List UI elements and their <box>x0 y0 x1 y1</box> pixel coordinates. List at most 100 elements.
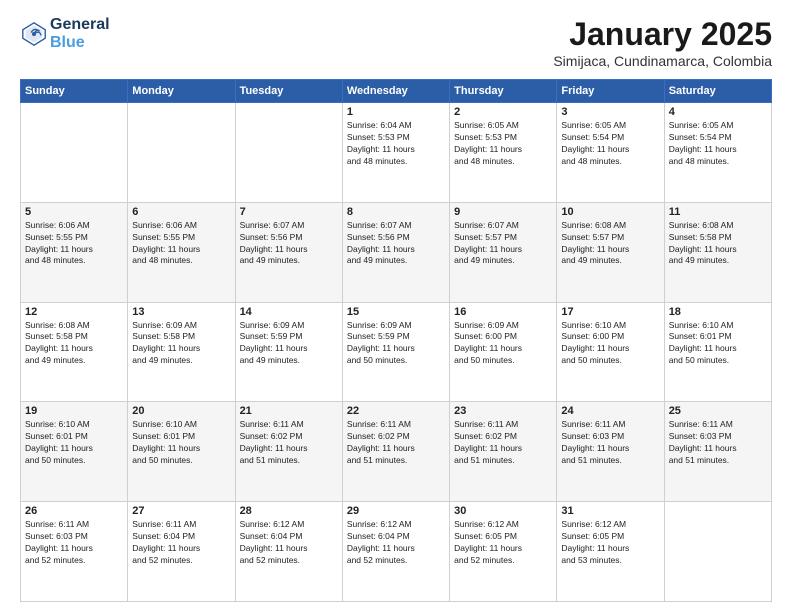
day-number: 9 <box>454 206 552 218</box>
day-number: 7 <box>240 206 338 218</box>
weekday-header-wednesday: Wednesday <box>342 80 449 103</box>
day-info: Sunrise: 6:07 AMSunset: 5:56 PMDaylight:… <box>240 220 338 268</box>
week-row-3: 12 Sunrise: 6:08 AMSunset: 5:58 PMDayligh… <box>21 302 772 402</box>
calendar-cell: 10Sunrise: 6:08 AMSunset: 5:57 PMDayligh… <box>557 202 664 302</box>
day-number: 21 <box>240 405 338 417</box>
day-info: Sunrise: 6:12 AMSunset: 6:05 PMDaylight:… <box>454 519 552 567</box>
day-info: Sunrise: 6:06 AMSunset: 5:55 PMDaylight:… <box>25 220 123 268</box>
logo-icon <box>20 20 48 48</box>
week-row-2: 5 Sunrise: 6:06 AMSunset: 5:55 PMDaylight… <box>21 202 772 302</box>
calendar-cell: 11Sunrise: 6:08 AMSunset: 5:58 PMDayligh… <box>664 202 771 302</box>
calendar-cell: 4 Sunrise: 6:05 AMSunset: 5:54 PMDaylight… <box>664 103 771 203</box>
calendar-cell: 16 Sunrise: 6:09 AMSunset: 6:00 PMDayligh… <box>450 302 557 402</box>
calendar-cell: 13 Sunrise: 6:09 AMSunset: 5:58 PMDayligh… <box>128 302 235 402</box>
day-info: Sunrise: 6:12 AMSunset: 6:04 PMDaylight:… <box>347 519 445 567</box>
day-number: 18 <box>669 306 767 318</box>
day-number: 30 <box>454 505 552 517</box>
logo: General Blue <box>20 16 110 51</box>
calendar-cell: 25 Sunrise: 6:11 AMSunset: 6:03 PMDayligh… <box>664 402 771 502</box>
day-number: 6 <box>132 206 230 218</box>
calendar-cell: 14 Sunrise: 6:09 AMSunset: 5:59 PMDayligh… <box>235 302 342 402</box>
calendar-cell: 21Sunrise: 6:11 AMSunset: 6:02 PMDayligh… <box>235 402 342 502</box>
day-number: 14 <box>240 306 338 318</box>
calendar-cell: 28Sunrise: 6:12 AMSunset: 6:04 PMDayligh… <box>235 502 342 602</box>
day-info: Sunrise: 6:05 AMSunset: 5:54 PMDaylight:… <box>669 120 767 168</box>
day-number: 20 <box>132 405 230 417</box>
calendar-table: SundayMondayTuesdayWednesdayThursdayFrid… <box>20 79 772 602</box>
day-number: 31 <box>561 505 659 517</box>
weekday-header-tuesday: Tuesday <box>235 80 342 103</box>
calendar-cell <box>235 103 342 203</box>
day-info: Sunrise: 6:04 AMSunset: 5:53 PMDaylight:… <box>347 120 445 168</box>
day-number: 16 <box>454 306 552 318</box>
calendar-cell: 23 Sunrise: 6:11 AMSunset: 6:02 PMDayligh… <box>450 402 557 502</box>
week-row-5: 26 Sunrise: 6:11 AMSunset: 6:03 PMDayligh… <box>21 502 772 602</box>
day-info: Sunrise: 6:11 AMSunset: 6:03 PMDaylight:… <box>561 419 659 467</box>
day-number: 26 <box>25 505 123 517</box>
day-info: Sunrise: 6:09 AMSunset: 5:58 PMDaylight:… <box>132 320 230 368</box>
calendar-cell: 3Sunrise: 6:05 AMSunset: 5:54 PMDaylight… <box>557 103 664 203</box>
day-number: 12 <box>25 306 123 318</box>
calendar-cell: 20Sunrise: 6:10 AMSunset: 6:01 PMDayligh… <box>128 402 235 502</box>
calendar-cell: 7 Sunrise: 6:07 AMSunset: 5:56 PMDaylight… <box>235 202 342 302</box>
day-info: Sunrise: 6:10 AMSunset: 6:00 PMDaylight:… <box>561 320 659 368</box>
day-info: Sunrise: 6:09 AMSunset: 6:00 PMDaylight:… <box>454 320 552 368</box>
calendar-cell: 2 Sunrise: 6:05 AMSunset: 5:53 PMDaylight… <box>450 103 557 203</box>
calendar-cell: 26 Sunrise: 6:11 AMSunset: 6:03 PMDayligh… <box>21 502 128 602</box>
calendar-cell <box>128 103 235 203</box>
location-title: Simijaca, Cundinamarca, Colombia <box>553 53 772 69</box>
day-number: 2 <box>454 106 552 118</box>
day-info: Sunrise: 6:08 AMSunset: 5:58 PMDaylight:… <box>25 320 123 368</box>
day-info: Sunrise: 6:09 AMSunset: 5:59 PMDaylight:… <box>240 320 338 368</box>
calendar-cell: 6 Sunrise: 6:06 AMSunset: 5:55 PMDaylight… <box>128 202 235 302</box>
week-row-1: 1 Sunrise: 6:04 AMSunset: 5:53 PMDaylight… <box>21 103 772 203</box>
weekday-header-monday: Monday <box>128 80 235 103</box>
day-number: 19 <box>25 405 123 417</box>
day-info: Sunrise: 6:11 AMSunset: 6:03 PMDaylight:… <box>669 419 767 467</box>
day-info: Sunrise: 6:06 AMSunset: 5:55 PMDaylight:… <box>132 220 230 268</box>
day-info: Sunrise: 6:10 AMSunset: 6:01 PMDaylight:… <box>25 419 123 467</box>
day-info: Sunrise: 6:12 AMSunset: 6:05 PMDaylight:… <box>561 519 659 567</box>
calendar-cell <box>21 103 128 203</box>
title-block: January 2025 Simijaca, Cundinamarca, Col… <box>553 16 772 69</box>
weekday-header-friday: Friday <box>557 80 664 103</box>
calendar-cell: 18 Sunrise: 6:10 AMSunset: 6:01 PMDayligh… <box>664 302 771 402</box>
calendar-cell: 24 Sunrise: 6:11 AMSunset: 6:03 PMDayligh… <box>557 402 664 502</box>
calendar-cell: 15 Sunrise: 6:09 AMSunset: 5:59 PMDayligh… <box>342 302 449 402</box>
day-number: 1 <box>347 106 445 118</box>
day-info: Sunrise: 6:11 AMSunset: 6:02 PMDaylight:… <box>454 419 552 467</box>
day-number: 4 <box>669 106 767 118</box>
day-info: Sunrise: 6:05 AMSunset: 5:53 PMDaylight:… <box>454 120 552 168</box>
weekday-header-row: SundayMondayTuesdayWednesdayThursdayFrid… <box>21 80 772 103</box>
day-info: Sunrise: 6:11 AMSunset: 6:02 PMDaylight:… <box>347 419 445 467</box>
day-number: 13 <box>132 306 230 318</box>
day-info: Sunrise: 6:10 AMSunset: 6:01 PMDaylight:… <box>669 320 767 368</box>
calendar-cell: 30 Sunrise: 6:12 AMSunset: 6:05 PMDayligh… <box>450 502 557 602</box>
day-number: 22 <box>347 405 445 417</box>
weekday-header-sunday: Sunday <box>21 80 128 103</box>
day-info: Sunrise: 6:12 AMSunset: 6:04 PMDaylight:… <box>240 519 338 567</box>
calendar-cell: 27Sunrise: 6:11 AMSunset: 6:04 PMDayligh… <box>128 502 235 602</box>
day-number: 17 <box>561 306 659 318</box>
day-number: 5 <box>25 206 123 218</box>
calendar-cell <box>664 502 771 602</box>
day-info: Sunrise: 6:07 AMSunset: 5:56 PMDaylight:… <box>347 220 445 268</box>
day-info: Sunrise: 6:11 AMSunset: 6:03 PMDaylight:… <box>25 519 123 567</box>
weekday-header-thursday: Thursday <box>450 80 557 103</box>
day-number: 27 <box>132 505 230 517</box>
page: General Blue January 2025 Simijaca, Cund… <box>0 0 792 612</box>
day-number: 3 <box>561 106 659 118</box>
day-info: Sunrise: 6:09 AMSunset: 5:59 PMDaylight:… <box>347 320 445 368</box>
calendar-cell: 1 Sunrise: 6:04 AMSunset: 5:53 PMDaylight… <box>342 103 449 203</box>
day-number: 10 <box>561 206 659 218</box>
header: General Blue January 2025 Simijaca, Cund… <box>20 16 772 69</box>
month-title: January 2025 <box>553 16 772 53</box>
day-number: 15 <box>347 306 445 318</box>
day-info: Sunrise: 6:08 AMSunset: 5:58 PMDaylight:… <box>669 220 767 268</box>
day-number: 29 <box>347 505 445 517</box>
week-row-4: 19 Sunrise: 6:10 AMSunset: 6:01 PMDayligh… <box>21 402 772 502</box>
day-number: 24 <box>561 405 659 417</box>
day-number: 25 <box>669 405 767 417</box>
calendar-cell: 17 Sunrise: 6:10 AMSunset: 6:00 PMDayligh… <box>557 302 664 402</box>
day-number: 23 <box>454 405 552 417</box>
